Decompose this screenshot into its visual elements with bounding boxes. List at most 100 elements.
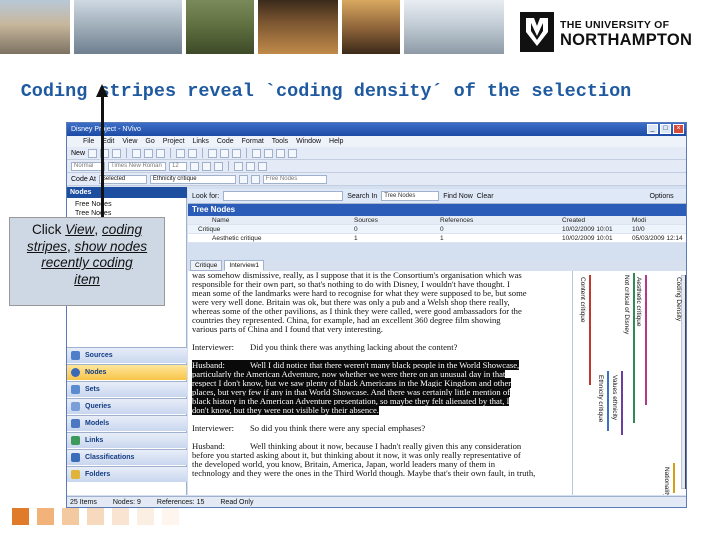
font-select[interactable]: Times New Roman [108,161,166,171]
nodes-icon [71,368,80,377]
print-icon[interactable] [112,148,122,158]
tab-critique[interactable]: Critique [190,260,223,271]
coding-stripe-label[interactable]: Aesthetic critique [635,277,642,327]
code-at-select[interactable]: Selected [98,174,147,184]
coding-stripe-bar[interactable] [645,275,647,405]
column-modified[interactable]: Modi [632,216,686,224]
coding-stripe-label[interactable]: Coding Density [675,277,682,321]
menu-help[interactable]: Help [329,136,343,147]
toolbar-standard: New [67,147,686,160]
status-items: 25 Items [70,499,97,506]
menu-project[interactable]: Project [163,136,185,147]
decorative-square [37,508,54,525]
coding-stripe-bar[interactable] [621,371,623,435]
menu-code[interactable]: Code [217,136,234,147]
code-icon[interactable] [238,174,248,184]
coding-stripe-bar[interactable] [589,275,591,385]
coding-stripe-label[interactable]: Content critique [579,277,586,323]
open-icon[interactable] [88,148,98,158]
redo-icon[interactable] [188,148,198,158]
nav-button-models[interactable]: Models [67,415,187,431]
align-center-icon[interactable] [246,161,255,171]
line-content: Did you think there was anything lacking… [250,342,458,352]
bold-icon[interactable] [190,161,199,171]
menu-window[interactable]: Window [296,136,321,147]
align-left-icon[interactable] [252,148,262,158]
align-right-icon[interactable] [258,161,267,171]
underline-icon[interactable] [232,148,242,158]
bold-icon[interactable] [208,148,218,158]
menu-edit[interactable]: Edit [102,136,114,147]
menu-tools[interactable]: Tools [272,136,288,147]
nav-button-folders[interactable]: Folders [67,466,187,482]
nav-button-sources[interactable]: Sources [67,347,187,363]
document-tabs: Critique Interview1 [188,260,686,271]
tree-item-free-nodes[interactable]: Free Nodes [75,200,186,209]
align-left-icon[interactable] [234,161,243,171]
nav-button-nodes[interactable]: Nodes [67,364,187,380]
options-button[interactable]: Options [650,193,674,200]
nav-label: Classifications [85,454,135,461]
highlight-icon[interactable] [288,148,298,158]
nav-button-sets[interactable]: Sets [67,381,187,397]
paste-icon[interactable] [156,148,166,158]
search-in-select[interactable]: Tree Nodes [381,191,440,201]
table-row[interactable]: Critique 0 0 10/02/2009 10:01 10/0 [188,225,686,234]
logo-line-2: NORTHAMPTON [560,31,693,49]
node-sources: 1 [354,235,358,242]
find-now-button[interactable]: Find Now [443,193,473,200]
look-for-input[interactable] [223,191,344,201]
underline-icon[interactable] [214,161,223,171]
column-references[interactable]: References [440,216,562,224]
copy-icon[interactable] [144,148,154,158]
undo-icon[interactable] [176,148,186,158]
font-size-select[interactable]: 12 [169,161,187,171]
column-sources[interactable]: Sources [354,216,440,224]
new-button[interactable]: New [71,150,85,157]
models-icon [71,419,80,428]
find-bar: Look for: Search In Tree Nodes Find Now … [188,189,686,204]
minimize-button[interactable]: _ [647,124,658,134]
coding-stripe-label[interactable]: Nationality critique [663,467,670,495]
document-line: don't know, but they were not visible by… [192,405,568,415]
close-button[interactable]: × [673,124,684,134]
nav-label: Queries [85,403,112,410]
clear-button[interactable]: Clear [477,193,494,200]
tab-interview1[interactable]: Interview1 [224,260,265,271]
italic-icon[interactable] [202,161,211,171]
nav-label: Sets [85,386,100,393]
callout-view: View [65,222,95,237]
code-node-select[interactable]: Ethnicity critique [149,174,236,184]
coding-stripe-bar[interactable] [685,275,686,489]
table-header: Name Sources References Created Modi [188,216,686,225]
italic-icon[interactable] [220,148,230,158]
menu-view[interactable]: View [122,136,137,147]
menu-format[interactable]: Format [242,136,264,147]
menu-go[interactable]: Go [145,136,154,147]
table-row[interactable]: Aesthetic critique 1 1 10/02/2009 10:01 … [188,234,686,243]
nav-button-queries[interactable]: Queries [67,398,187,414]
nav-button-links[interactable]: Links [67,432,187,448]
coding-stripe-label[interactable]: Values ethnicity [611,375,618,420]
maximize-button[interactable]: □ [660,124,671,134]
node-references: 1 [440,235,444,242]
status-nodes: Nodes: 9 [112,499,141,506]
column-created[interactable]: Created [562,216,632,224]
align-center-icon[interactable] [264,148,274,158]
callout-show-nodes: show nodes [74,238,148,254]
coding-stripe-bar[interactable] [673,463,675,493]
coding-stripe-label[interactable]: Not critical of Disney [623,275,630,334]
column-name[interactable]: Name [188,216,354,224]
menu-links[interactable]: Links [193,136,209,147]
coding-stripe-label[interactable]: Ethnicity critique [597,375,604,422]
cut-icon[interactable] [132,148,142,158]
instruction-callout: Click View, coding stripes, show nodes r… [9,217,165,306]
nav-button-classifications[interactable]: Classifications [67,449,187,465]
document-text-area[interactable]: was somehow dismissive, really, as I sup… [188,271,572,495]
coding-stripes-icon[interactable] [276,148,286,158]
coding-stripe-bar[interactable] [607,371,609,431]
menu-file[interactable]: File [83,136,94,147]
style-select[interactable]: Normal [71,161,105,171]
free-nodes-select[interactable]: Free Nodes [262,174,327,184]
uncode-icon[interactable] [250,174,260,184]
